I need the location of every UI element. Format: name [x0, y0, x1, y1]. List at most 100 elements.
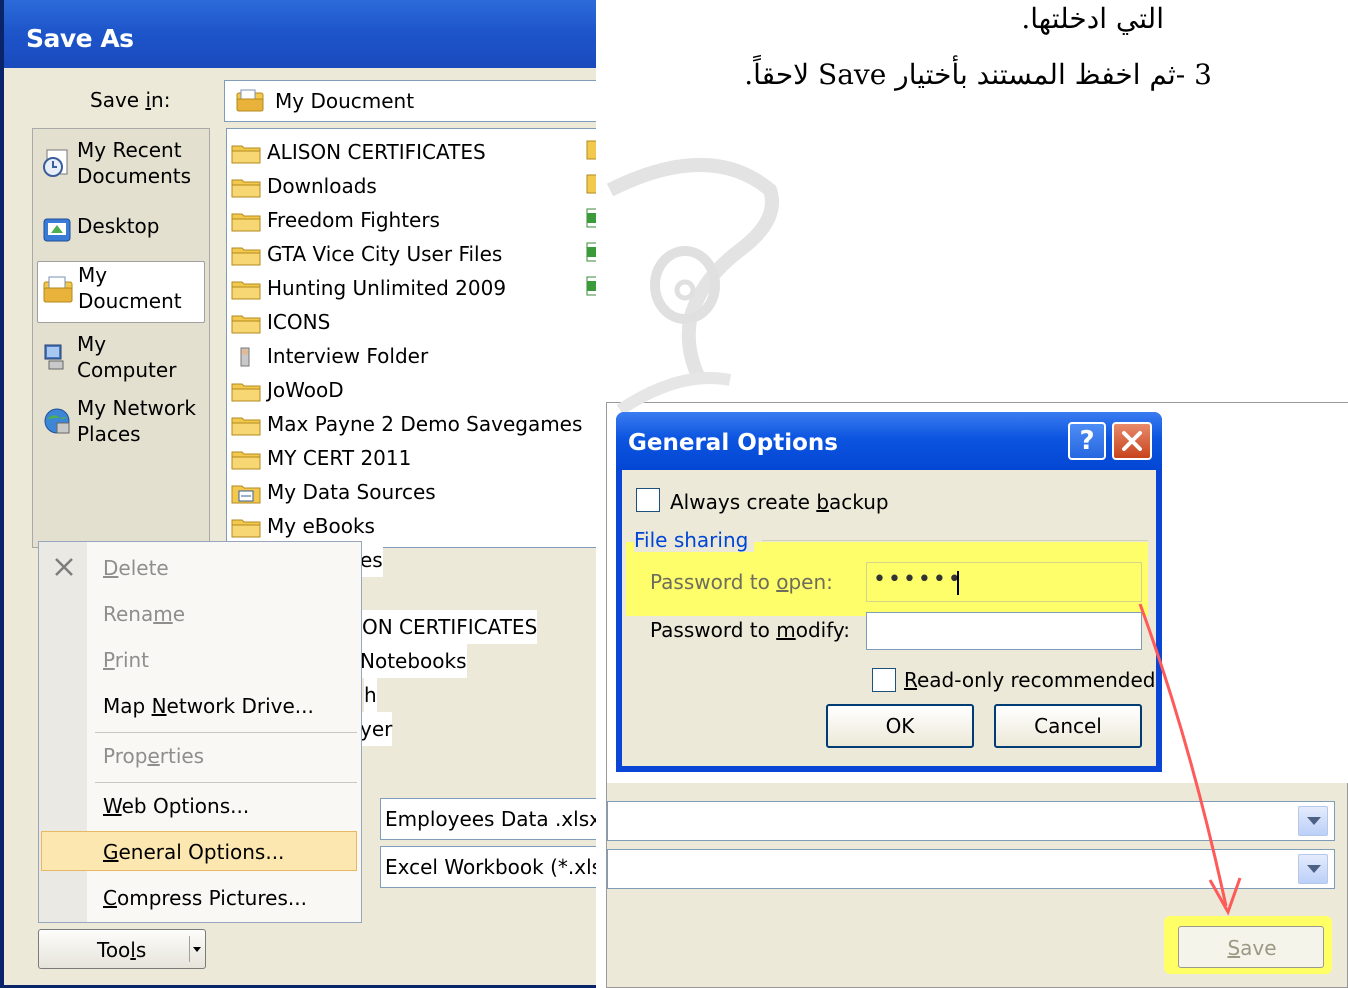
- file-type-select-extension[interactable]: [607, 849, 1335, 889]
- cancel-button[interactable]: Cancel: [994, 704, 1142, 748]
- menu-item-map-network-drive[interactable]: Map Network Drive...: [103, 688, 314, 724]
- file-name: ICONS: [267, 310, 331, 334]
- folder-icon: [231, 417, 261, 436]
- ok-button[interactable]: OK: [826, 704, 974, 748]
- read-only-checkbox[interactable]: [872, 668, 896, 692]
- save-button[interactable]: Save: [1178, 926, 1324, 968]
- folder-icon: [231, 451, 261, 470]
- close-button[interactable]: [1112, 422, 1152, 460]
- place-label: My Network Places: [77, 396, 196, 446]
- menu-separator: [95, 782, 357, 783]
- folder-icon: [231, 145, 261, 164]
- file-row-partial[interactable]: h: [364, 678, 377, 712]
- chevron-down-icon: [189, 936, 204, 962]
- save-as-dialog: Save As Save in: My Doucment My Recent D…: [0, 0, 596, 988]
- place-my-network-places[interactable]: My Network Places: [37, 395, 203, 451]
- instruction-line-2: 3 -ثم اخفظ المستند بأختيار Save لاحقاً.: [744, 58, 1212, 91]
- save-in-combo[interactable]: My Doucment: [224, 80, 596, 122]
- instruction-line-1: التي ادخلتها.: [1021, 2, 1164, 35]
- tools-label: Tools: [97, 938, 147, 962]
- file-name-input[interactable]: Employees Data .xlsx: [380, 798, 596, 840]
- general-options-titlebar: General Options ?: [616, 412, 1162, 470]
- file-name: Max Payne 2 Demo Savegames: [267, 412, 583, 436]
- menu-item-general-options[interactable]: General Options...: [103, 834, 284, 870]
- save-in-value: My Doucment: [275, 89, 415, 113]
- menu-separator: [95, 732, 357, 733]
- file-name: Interview Folder: [267, 344, 429, 368]
- file-name: My Data Sources: [267, 480, 436, 504]
- file-name: Notebooks: [360, 649, 467, 673]
- file-name: My eBooks: [267, 514, 375, 538]
- menu-item-print[interactable]: Print: [103, 642, 149, 678]
- text-caret: [957, 571, 959, 595]
- save-as-title: Save As: [26, 24, 134, 53]
- interview-folder-icon: [240, 347, 250, 367]
- password-to-open-input[interactable]: ••••••: [866, 562, 1142, 602]
- file-name: Freedom Fighters: [267, 208, 440, 232]
- file-name: GTA Vice City User Files: [267, 242, 503, 266]
- folder-icon: [231, 213, 261, 232]
- desktop-icon: [43, 218, 71, 242]
- password-to-modify-input[interactable]: [866, 612, 1142, 650]
- file-name: Hunting Unlimited 2009: [267, 276, 507, 300]
- password-to-modify-label: Password to modify:: [650, 618, 850, 642]
- my-documents-icon: [43, 276, 73, 303]
- recent-documents-icon: [43, 149, 68, 177]
- file-name-input-extension[interactable]: [607, 801, 1335, 841]
- places-bar: My Recent Documents Desktop My Doucment: [32, 128, 210, 548]
- place-label: Desktop: [77, 214, 160, 238]
- folder-icon: [231, 315, 261, 334]
- password-to-open-label: Password to open:: [650, 570, 833, 594]
- folder-icon: [231, 281, 261, 300]
- menu-item-properties[interactable]: Properties: [103, 738, 204, 774]
- file-name: ON CERTIFICATES: [362, 615, 538, 639]
- data-sources-folder-icon: [231, 485, 261, 504]
- file-name: Downloads: [267, 174, 377, 198]
- file-sharing-divider: [762, 540, 1148, 541]
- file-row-partial[interactable]: yer: [360, 712, 393, 746]
- menu-item-web-options[interactable]: Web Options...: [103, 788, 249, 824]
- tools-menu: Delete Rename Print Map Network Drive...…: [38, 541, 362, 923]
- file-name: h: [364, 683, 377, 707]
- file-row-partial[interactable]: ON CERTIFICATES: [362, 610, 538, 644]
- save-label: Save: [1227, 936, 1277, 960]
- delete-icon: [55, 558, 73, 576]
- menu-item-rename[interactable]: Rename: [103, 596, 185, 632]
- file-name-dropdown-icon[interactable]: [1298, 806, 1328, 836]
- menu-item-delete[interactable]: Delete: [103, 550, 169, 586]
- place-my-recent-documents[interactable]: My Recent Documents: [37, 137, 203, 201]
- my-documents-icon: [236, 89, 264, 112]
- folder-icon: [231, 519, 261, 538]
- file-name: JoWooD: [267, 378, 344, 402]
- file-type-dropdown-icon[interactable]: [1298, 854, 1328, 884]
- place-desktop[interactable]: Desktop: [37, 213, 203, 253]
- password-dots: ••••••: [873, 567, 963, 592]
- menu-item-compress-pictures[interactable]: Compress Pictures...: [103, 880, 307, 916]
- file-row-partial[interactable]: es: [360, 543, 383, 577]
- file-name: es: [360, 548, 383, 572]
- place-label: My Recent Documents: [77, 138, 192, 188]
- folder-icon: [231, 383, 261, 402]
- place-my-computer[interactable]: My Computer: [37, 331, 203, 387]
- my-computer-icon: [44, 344, 64, 370]
- folder-icon: [231, 247, 261, 266]
- file-name: MY CERT 2011: [267, 446, 412, 470]
- folder-icon: [231, 179, 261, 198]
- network-places-icon: [44, 408, 70, 434]
- general-options-dialog: General Options ? Always create backup F…: [616, 412, 1162, 772]
- close-icon: [1122, 431, 1142, 451]
- place-my-documents[interactable]: My Doucment: [37, 261, 205, 323]
- tools-button[interactable]: Tools: [38, 929, 206, 969]
- help-button[interactable]: ?: [1068, 422, 1106, 460]
- file-name: ALISON CERTIFICATES: [267, 140, 486, 164]
- place-label: My Computer: [77, 332, 177, 382]
- file-row-partial[interactable]: Notebooks: [360, 644, 467, 678]
- general-options-body: Always create backup File sharing Passwo…: [622, 470, 1156, 766]
- save-as-titlebar: Save As: [4, 0, 596, 68]
- file-type-select[interactable]: Excel Workbook (*.xls: [380, 846, 596, 888]
- always-backup-label: Always create backup: [670, 490, 889, 514]
- file-sharing-label: File sharing: [634, 528, 755, 552]
- place-label: My Doucment: [78, 263, 182, 313]
- save-in-label: Save in:: [90, 88, 171, 112]
- always-backup-checkbox[interactable]: [636, 488, 660, 512]
